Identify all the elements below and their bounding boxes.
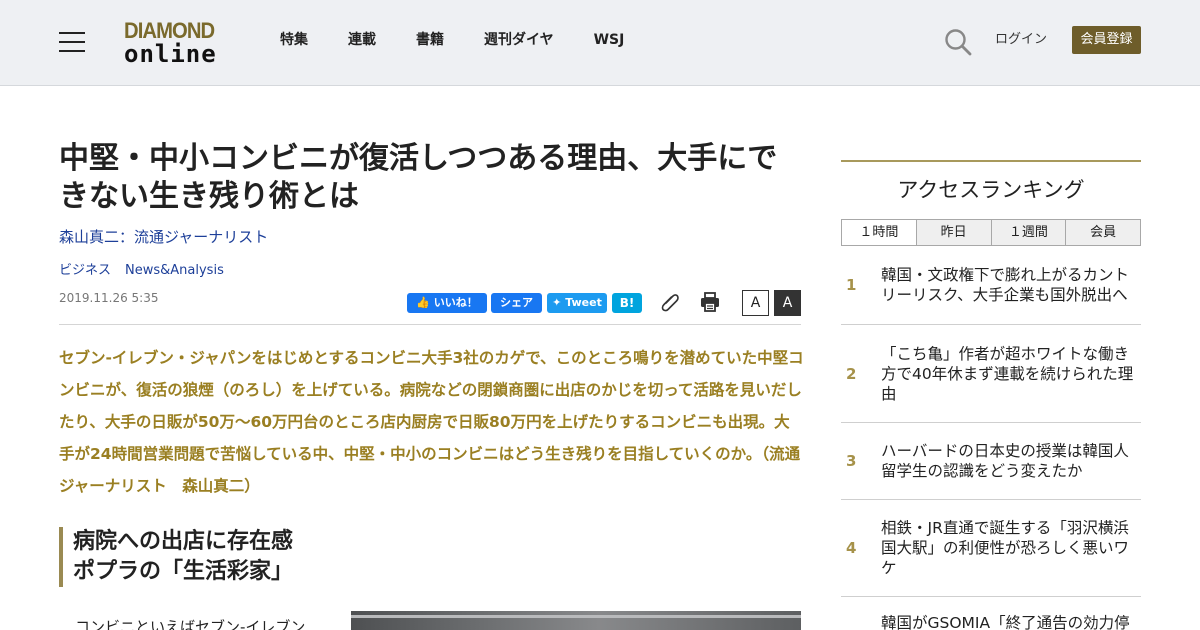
- nav-item-weekly-diamond[interactable]: 週刊ダイヤ: [484, 31, 554, 49]
- ranking-number: 3: [846, 452, 857, 470]
- publish-date: 2019.11.26 5:35: [59, 291, 159, 305]
- author-link[interactable]: 森山真二：流通ジャーナリスト: [59, 227, 268, 247]
- ranking-number: 1: [846, 276, 857, 294]
- nav-item-books[interactable]: 書籍: [416, 31, 444, 49]
- nav-item-series[interactable]: 連載: [348, 31, 376, 49]
- facebook-like-button[interactable]: 👍 いいね！: [407, 293, 487, 313]
- search-icon[interactable]: [944, 28, 972, 56]
- menu-icon[interactable]: [59, 32, 85, 52]
- category-news-analysis[interactable]: News&Analysis: [125, 262, 224, 280]
- thumbs-up-icon: 👍: [416, 296, 430, 309]
- login-link[interactable]: ログイン: [995, 31, 1047, 49]
- font-size-large-button[interactable]: A: [774, 290, 801, 316]
- ranking-number: 4: [846, 539, 857, 557]
- ranking-text: 韓国・文政権下で膨れ上がるカントリーリスク、大手企業も国外脱出へ: [881, 266, 1130, 304]
- twitter-bird-icon: ✦: [552, 296, 562, 309]
- ranking-top-border: [841, 160, 1141, 162]
- category-list: ビジネス News&Analysis: [59, 262, 238, 280]
- ranking-list: 1 韓国・文政権下で膨れ上がるカントリーリスク、大手企業も国外脱出へ 2 「こち…: [841, 246, 1141, 630]
- category-business[interactable]: ビジネス: [59, 262, 111, 280]
- ranking-text: 相鉄・JR直通で誕生する「羽沢横浜国大駅」の利便性が恐ろしく悪いワケ: [881, 519, 1130, 577]
- nav-item-features[interactable]: 特集: [280, 31, 308, 49]
- tweet-button[interactable]: ✦ Tweet: [547, 293, 607, 313]
- ranking-text: 「こち亀」作者が超ホワイトな働き方で40年休まず連載を続けられた理由: [881, 344, 1134, 403]
- print-icon[interactable]: [698, 290, 722, 314]
- article-lead: セブン-イレブン・ジャパンをはじめとするコンビニ大手3社のカゲで、このところ鳴り…: [59, 349, 804, 495]
- like-label: いいね！: [433, 296, 478, 309]
- ranking-tabs: １時間 昨日 １週間 会員: [841, 219, 1141, 246]
- register-button[interactable]: 会員登録: [1072, 26, 1141, 54]
- ranking-item[interactable]: 2 「こち亀」作者が超ホワイトな働き方で40年休まず連載を続けられた理由: [841, 325, 1141, 423]
- article-photo: [351, 611, 801, 630]
- logo-top-text: DIAMOND: [124, 18, 215, 43]
- main-nav: 特集 連載 書籍 週刊ダイヤ WSJ: [280, 31, 664, 49]
- section-heading-line2: ポプラの「生活彩家」: [73, 559, 294, 584]
- ranking-number: 2: [846, 364, 857, 383]
- ranking-item[interactable]: 4 相鉄・JR直通で誕生する「羽沢横浜国大駅」の利便性が恐ろしく悪いワケ: [841, 500, 1141, 597]
- font-size-small-button[interactable]: A: [742, 290, 769, 316]
- ranking-item[interactable]: 1 韓国・文政権下で膨れ上がるカントリーリスク、大手企業も国外脱出へ: [841, 246, 1141, 325]
- tweet-label: Tweet: [565, 296, 602, 309]
- ranking-item[interactable]: 3 ハーバードの日本史の授業は韓国人留学生の認識をどう変えたか: [841, 423, 1141, 500]
- site-logo[interactable]: DIAMOND online: [124, 18, 226, 68]
- hatena-bookmark-button[interactable]: B!: [612, 293, 642, 313]
- ranking-text: ハーバードの日本史の授業は韓国人留学生の認識をどう変えたか: [881, 442, 1129, 480]
- tab-1-week[interactable]: １週間: [991, 220, 1067, 245]
- section-heading: 病院への出店に存在感 ポプラの「生活彩家」: [59, 527, 459, 587]
- ranking-text: 韓国がGSOMIA「終了通告の効力停: [881, 614, 1130, 630]
- section-heading-line1: 病院への出店に存在感: [73, 529, 294, 554]
- logo-bottom-text: online: [124, 40, 217, 68]
- site-header: DIAMOND online 特集 連載 書籍 週刊ダイヤ WSJ ログイン 会…: [0, 0, 1200, 86]
- tab-yesterday[interactable]: 昨日: [916, 220, 992, 245]
- tab-members[interactable]: 会員: [1066, 220, 1140, 245]
- divider: [59, 324, 801, 325]
- paperclip-icon[interactable]: [658, 290, 682, 314]
- ranking-title: アクセスランキング: [897, 178, 1085, 202]
- article-title: 中堅・中小コンビニが復活しつつある理由、大手にできない生き残り術とは: [59, 141, 778, 214]
- tab-1-hour[interactable]: １時間: [842, 220, 917, 245]
- facebook-share-button[interactable]: シェア: [491, 293, 542, 313]
- nav-item-wsj[interactable]: WSJ: [594, 31, 625, 49]
- article-body: コンビニといえばセブン-イレブン: [75, 618, 306, 630]
- ranking-item[interactable]: 5 韓国がGSOMIA「終了通告の効力停: [841, 597, 1141, 630]
